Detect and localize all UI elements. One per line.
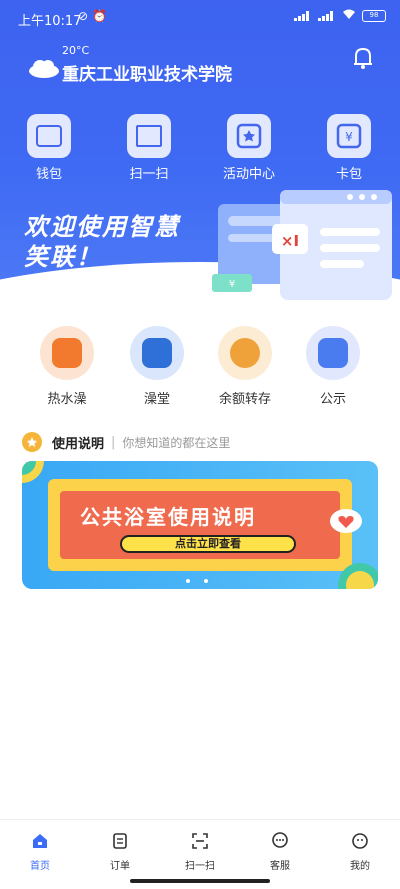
heart-bubble-icon — [330, 509, 362, 533]
status-bar: 上午10:17 ⊘ ⏰ 98 — [0, 0, 400, 36]
promo-title: 公共浴室使用说明 — [80, 505, 256, 529]
wallet-icon — [27, 114, 71, 158]
tab-home[interactable]: 首页 — [10, 832, 70, 872]
service-balance-transfer[interactable]: 余额转存 — [200, 326, 290, 407]
scan-icon — [192, 833, 208, 849]
wifi-icon — [342, 9, 356, 23]
signal-icon — [294, 11, 312, 21]
status-right: 98 — [294, 9, 386, 23]
promo-card[interactable]: 公共浴室使用说明 点击立即查看 — [22, 461, 378, 589]
tab-label: 首页 — [30, 861, 50, 872]
battery-icon: 98 — [362, 10, 386, 22]
tab-label: 我的 — [350, 861, 370, 872]
home-icon — [33, 834, 47, 848]
tab-profile[interactable]: 我的 — [330, 832, 390, 872]
tab-customer-service[interactable]: 客服 — [250, 832, 310, 872]
tab-label: 客服 — [270, 861, 290, 872]
guide-separator: | — [111, 434, 116, 450]
quick-action-label: 扫一扫 — [129, 167, 169, 182]
welcome-line-2: 笑联！ — [24, 243, 102, 271]
banner-illustration: ×I ¥ — [212, 190, 392, 300]
school-name[interactable]: 重庆工业职业技术学院 — [62, 60, 232, 85]
service-bathhouse[interactable]: 澡堂 — [112, 326, 202, 407]
cloud-icon — [29, 60, 59, 78]
svg-text:×I: ×I — [281, 232, 299, 250]
carousel-dots — [186, 579, 208, 583]
service-label: 公示 — [319, 392, 346, 407]
service-label: 余额转存 — [218, 392, 271, 407]
service-label: 热水澡 — [47, 392, 87, 407]
decor-corner — [22, 461, 44, 483]
money-bag-icon — [218, 326, 272, 380]
tab-orders[interactable]: 订单 — [90, 832, 150, 872]
promo-view-button[interactable]: 点击立即查看 — [120, 535, 296, 553]
tab-label: 扫一扫 — [185, 861, 215, 872]
quick-action-wallet[interactable]: 钱包 — [14, 114, 84, 182]
home-indicator[interactable] — [130, 879, 270, 883]
carousel-dot[interactable] — [186, 579, 190, 583]
welcome-banner: 欢迎使用智慧 笑联！ — [24, 212, 180, 272]
guide-subtitle: 你想知道的都在这里 — [122, 435, 231, 450]
service-label: 澡堂 — [143, 392, 170, 407]
svg-text:¥: ¥ — [345, 130, 353, 144]
carousel-dot[interactable] — [204, 579, 208, 583]
profile-icon — [352, 833, 368, 849]
welcome-line-1: 欢迎使用智慧 — [24, 213, 180, 241]
quick-action-label: 钱包 — [35, 167, 62, 182]
chat-icon — [272, 832, 288, 848]
bell-icon[interactable] — [352, 46, 374, 70]
guide-badge-icon — [22, 432, 42, 452]
scan-icon — [127, 114, 171, 158]
guide-title: 使用说明 — [52, 436, 105, 452]
quick-action-scan[interactable]: 扫一扫 — [114, 114, 184, 182]
alarm-icon: ⏰ — [92, 9, 108, 23]
tab-label: 订单 — [110, 861, 130, 872]
briefcase-icon — [306, 326, 360, 380]
signal-icon-2 — [318, 11, 336, 21]
order-icon — [113, 833, 127, 849]
card-icon: ¥ — [327, 114, 371, 158]
quick-action-card-bag[interactable]: ¥ 卡包 — [314, 114, 384, 182]
do-not-disturb-icon: ⊘ — [78, 9, 89, 23]
shower-icon — [40, 326, 94, 380]
quick-action-activity-center[interactable]: 活动中心 — [214, 114, 284, 182]
star-icon — [227, 114, 271, 158]
quick-action-label: 卡包 — [335, 167, 362, 182]
tab-scan[interactable]: 扫一扫 — [170, 832, 230, 872]
status-icons: ⊘ ⏰ — [78, 9, 107, 23]
bathhouse-icon — [130, 326, 184, 380]
temperature: 20°C — [62, 44, 90, 57]
service-announcement[interactable]: 公示 — [288, 326, 378, 407]
status-time: 上午10:17 — [18, 14, 82, 29]
guide-header: 使用说明 | 你想知道的都在这里 — [22, 432, 230, 452]
decor-circle — [338, 563, 378, 589]
service-hot-shower[interactable]: 热水澡 — [22, 326, 112, 407]
quick-action-label: 活动中心 — [222, 167, 275, 182]
svg-text:¥: ¥ — [229, 279, 235, 290]
